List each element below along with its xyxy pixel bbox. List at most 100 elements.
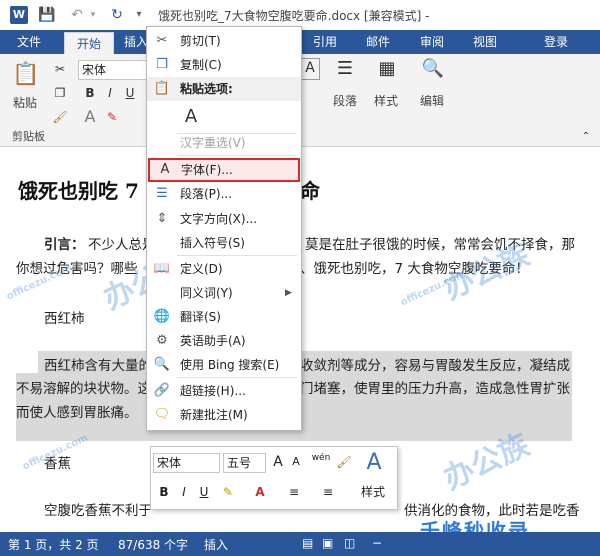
copy-icon[interactable]: ❐ (50, 84, 70, 102)
redo-icon[interactable]: ↻ (108, 6, 126, 24)
menu-item-text-direction[interactable]: ⇕ 文字方向(X)... (147, 207, 301, 231)
insert-mode[interactable]: 插入 (204, 536, 228, 553)
menu-item-define[interactable]: 📖 定义(D) (147, 257, 301, 281)
font-icon: A (160, 162, 170, 177)
menu-separator (177, 255, 297, 256)
font-color-icon[interactable]: A (251, 483, 269, 501)
status-bar: 第 1 页，共 2 页 87/638 个字 插入 ▤ ▣ ◫ − (0, 532, 600, 556)
paragraph-icon[interactable]: ☰ (332, 60, 358, 84)
read-mode-icon[interactable]: ▤ (302, 536, 313, 550)
undo-dropdown-icon[interactable]: ▾ (84, 6, 102, 24)
book-icon: 📖 (153, 261, 171, 276)
paragraph-text: 收敛剂等成分，容易与胃酸发生反应，凝结成 (300, 358, 570, 374)
search-icon: 🔍 (153, 357, 171, 372)
underline-button[interactable]: U (120, 84, 140, 102)
styles-icon[interactable]: A (361, 449, 387, 477)
paste-label[interactable]: 粘贴 (13, 94, 37, 111)
keep-text-only-icon[interactable]: A (180, 105, 202, 129)
font-name-box[interactable]: 宋体 (78, 60, 149, 80)
paragraph-text: 不易溶解的块状物。这 (16, 381, 151, 397)
document-title: 饿死也别吃_7大食物空腹吃要命.docx [兼容模式] - (158, 9, 430, 23)
save-icon[interactable]: 💾 (38, 6, 56, 24)
menu-item-font[interactable]: A 字体(F)... (148, 158, 300, 182)
menu-item-bing-search[interactable]: 🔍 使用 Bing 搜索(E) (147, 353, 301, 377)
mini-toolbar: 宋体 五号 A A wén 🖌 A B I U ✎ A ≡ ≡ 样式 (150, 446, 398, 510)
menu-separator (177, 377, 297, 378)
editing-group-label[interactable]: 编辑 (420, 92, 444, 109)
mini-italic-button[interactable]: I (175, 483, 193, 501)
bold-button[interactable]: B (80, 84, 100, 102)
mini-bold-button[interactable]: B (155, 483, 173, 501)
intro-label: 引言： (44, 237, 85, 253)
numbering-icon[interactable]: ≡ (319, 483, 337, 501)
menu-item-synonyms[interactable]: 同义词(Y) ▶ (147, 281, 301, 305)
bullets-icon[interactable]: ≡ (285, 483, 303, 501)
grow-font-icon[interactable]: A (269, 453, 287, 471)
format-painter-icon[interactable]: 🖌 (50, 108, 70, 126)
menu-item-hanzi-reselect: 汉字重选(V) (180, 136, 246, 150)
print-layout-icon[interactable]: ▣ (322, 536, 333, 550)
translate-icon: 🌐 (153, 309, 171, 324)
submenu-arrow-icon: ▶ (285, 288, 292, 298)
mini-font-size-box[interactable]: 五号 (223, 453, 266, 473)
mini-styles-label[interactable]: 样式 (361, 483, 385, 500)
paragraph-text: 西红柿含有大量的 (44, 358, 152, 374)
find-icon[interactable]: 🔍 (420, 60, 446, 84)
paste-icon[interactable]: 📋 (12, 60, 40, 90)
quick-access-dropdown-icon[interactable]: ▾ (130, 6, 148, 24)
scissors-icon: ✂ (156, 33, 168, 48)
context-menu: ✂ 剪切(T) ❐ 复制(C) 📋 粘贴选项: A 汉字重选(V) A 字体(F… (146, 26, 302, 431)
section-heading: 西红柿 (44, 311, 85, 327)
word-count[interactable]: 87/638 个字 (118, 536, 188, 553)
menu-item-paste-options: 📋 粘贴选项: (147, 77, 301, 101)
styles-group-label[interactable]: 样式 (374, 92, 398, 109)
clipboard-icon: 📋 (153, 81, 171, 96)
paragraph-text: 莫是在肚子很饿的时候，常常会饥不择食，那 (305, 237, 575, 253)
tab-file[interactable]: 文件 (6, 30, 52, 54)
menu-item-hyperlink[interactable]: 🔗 超链接(H)... (147, 379, 301, 403)
cut-icon[interactable]: ✂ (50, 60, 70, 78)
highlight-icon[interactable]: ✎ (219, 483, 237, 501)
document-heading-right: 命 (300, 179, 320, 203)
text-direction-icon: ⇕ (156, 211, 168, 226)
paragraph-text: 门堵塞，使胃里的压力升高，造成急性胃扩张 (300, 381, 570, 397)
mini-font-name-box[interactable]: 宋体 (153, 453, 220, 473)
paragraph-text: 空腹吃香蕉不利于 (44, 503, 152, 519)
page-count[interactable]: 第 1 页，共 2 页 (8, 536, 99, 553)
highlight-icon[interactable]: ✎ (102, 108, 122, 126)
tab-review[interactable]: 审阅 (412, 30, 452, 54)
menu-item-copy[interactable]: ❐ 复制(C) (147, 53, 301, 77)
paragraph-icon: ☰ (156, 186, 168, 201)
mini-underline-button[interactable]: U (195, 483, 213, 501)
document-heading-left: 饿死也别吃 7 (18, 179, 139, 203)
italic-button[interactable]: I (100, 84, 120, 102)
styles-icon[interactable]: ▦ (374, 60, 400, 84)
menu-item-cut[interactable]: ✂ 剪切(T) (147, 29, 301, 53)
shrink-font-icon[interactable]: A (287, 453, 305, 471)
paragraph-group-label[interactable]: 段落 (333, 92, 357, 109)
menu-item-paragraph[interactable]: ☰ 段落(P)... (147, 182, 301, 206)
comment-icon: 🗨 (153, 407, 171, 422)
menu-item-insert-symbol[interactable]: 插入符号(S) (147, 231, 301, 255)
menu-item-english-assistant[interactable]: ⚙ 英语助手(A) (147, 329, 301, 353)
web-layout-icon[interactable]: ◫ (344, 536, 355, 550)
phonetic-guide-icon[interactable]: wén (309, 449, 333, 467)
text-effects-icon[interactable]: A (80, 108, 100, 126)
login-link[interactable]: 登录 (536, 30, 576, 54)
link-icon: 🔗 (153, 383, 171, 398)
assistant-icon: ⚙ (156, 333, 168, 348)
tab-view[interactable]: 视图 (465, 30, 505, 54)
format-painter-icon[interactable]: 🖌 (335, 453, 353, 471)
paragraph-text: 而使人感到胃胀痛。 (16, 405, 138, 421)
char-border-icon[interactable]: A (300, 58, 320, 80)
menu-separator (177, 155, 297, 156)
tab-references[interactable]: 引用 (305, 30, 345, 54)
zoom-out-icon[interactable]: − (372, 536, 382, 550)
word-app-icon: W (10, 6, 28, 24)
menu-item-new-comment[interactable]: 🗨 新建批注(M) (147, 403, 301, 427)
collapse-ribbon-icon[interactable]: ⌃ (576, 128, 596, 146)
tab-home[interactable]: 开始 (64, 32, 114, 55)
menu-item-translate[interactable]: 🌐 翻译(S) (147, 305, 301, 329)
copy-icon: ❐ (156, 57, 168, 72)
tab-mailings[interactable]: 邮件 (358, 30, 398, 54)
